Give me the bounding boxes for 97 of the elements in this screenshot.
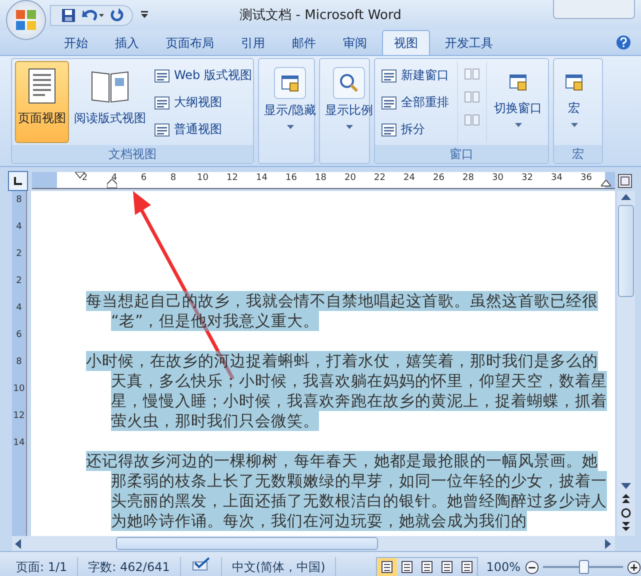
ribbon-tab[interactable]: 开始 — [52, 30, 100, 55]
ribbon-tab[interactable]: 插入 — [103, 30, 151, 55]
word-count[interactable]: 字数: 462/641 — [78, 557, 181, 576]
scroll-thumb[interactable] — [618, 205, 634, 297]
ruler-number: 22 — [373, 173, 386, 183]
caret-icon — [286, 125, 294, 129]
ruler-number: 6 — [140, 173, 148, 183]
ruler-number: 12 — [13, 411, 25, 421]
ribbon-tab[interactable]: 页面布局 — [154, 30, 226, 55]
left-tab-icon — [14, 176, 22, 184]
redo-icon[interactable] — [110, 8, 124, 22]
help-icon[interactable] — [616, 35, 631, 50]
outline-view-button[interactable]: 大纲视图 — [151, 92, 255, 113]
group-label: 窗口 — [375, 145, 548, 163]
browse-object-icon[interactable] — [621, 508, 631, 518]
office-logo-icon — [15, 9, 37, 31]
ruler-number: 34 — [550, 173, 564, 183]
proofing-icon[interactable] — [190, 557, 211, 571]
hanging-indent-icon[interactable] — [107, 179, 117, 189]
ruler-number: 14 — [13, 438, 25, 448]
scroll-thumb[interactable] — [116, 537, 378, 550]
ribbon-tab[interactable]: 引用 — [229, 30, 277, 55]
save-icon[interactable] — [61, 8, 76, 22]
right-indent-icon[interactable] — [601, 180, 611, 187]
ruler-number: 2 — [16, 276, 22, 286]
ruler-number: 20 — [344, 173, 357, 183]
view-ruler-icon[interactable] — [618, 174, 632, 188]
draft-view-button[interactable]: 普通视图 — [151, 119, 255, 140]
customize-toolbar-icon[interactable] — [141, 11, 148, 19]
scroll-left-icon[interactable] — [15, 538, 22, 548]
split-button[interactable]: 拆分 — [378, 119, 452, 140]
ruler-number: 26 — [432, 173, 446, 183]
window-title: 测试文档 - Microsoft Word — [240, 7, 402, 24]
web-view-icon — [421, 561, 434, 573]
ruler-number: 4 — [16, 222, 22, 232]
next-page-icon[interactable] — [621, 522, 631, 532]
page-view-button[interactable]: 页面视图 — [15, 61, 69, 143]
ribbon-tab[interactable]: 视图 — [382, 30, 430, 55]
ruler-number: 8 — [16, 195, 22, 205]
caret-icon — [570, 123, 578, 127]
ruler-number: 12 — [226, 173, 239, 183]
scroll-down-icon[interactable] — [621, 482, 631, 490]
ruler-number: 8 — [16, 357, 22, 367]
page-icon — [27, 68, 57, 104]
tab-selector[interactable] — [8, 170, 28, 190]
document-icon — [154, 122, 170, 136]
zoom-out-icon[interactable] — [524, 560, 539, 574]
macros-button[interactable]: 宏 — [557, 61, 591, 143]
magnifier-icon — [339, 73, 359, 93]
new-window-button[interactable]: 新建窗口 — [378, 65, 452, 86]
show-hide-button[interactable]: 显示/隐藏 — [262, 61, 318, 161]
vertical-scrollbar[interactable] — [617, 191, 635, 536]
office-button[interactable] — [6, 0, 46, 40]
previous-page-icon[interactable] — [621, 494, 631, 504]
zoom-button[interactable]: 显示比例 — [323, 61, 375, 161]
group-label: 文档视图 — [12, 145, 253, 163]
reading-view-button[interactable]: 阅读版式视图 — [71, 61, 149, 143]
ruler-number: 30 — [491, 173, 504, 183]
scroll-up-icon[interactable] — [621, 193, 631, 201]
scroll-right-icon[interactable] — [605, 538, 612, 548]
ruler-number: 2 — [16, 249, 22, 259]
switch-windows-button[interactable]: 切换窗口 — [492, 61, 544, 143]
ribbon-tab[interactable]: 邮件 — [280, 30, 328, 55]
windows-icon — [508, 72, 528, 92]
ruler-number: 10 — [13, 384, 25, 394]
ribbon-tab[interactable]: 开发工具 — [433, 30, 505, 55]
group-label: 宏 — [554, 145, 602, 163]
page-count[interactable]: 页面: 1/1 — [6, 557, 78, 576]
caret-icon — [346, 125, 352, 129]
ruler-number: 18 — [314, 173, 328, 183]
horizontal-scrollbar[interactable] — [12, 536, 615, 551]
ruler-number: 14 — [255, 173, 268, 183]
zoom-in-icon[interactable] — [626, 560, 641, 574]
ruler-number: 32 — [520, 173, 534, 183]
draft-view-icon — [461, 561, 474, 573]
ruler-number: 36 — [580, 173, 593, 183]
reading-view-icon — [401, 561, 414, 573]
ruler-number: 28 — [462, 173, 475, 183]
slider-thumb[interactable] — [578, 560, 589, 574]
language-indicator[interactable]: 中文(简体，中国) — [222, 557, 336, 576]
ruler-number: 8 — [169, 173, 178, 183]
ruler-number: 24 — [402, 173, 416, 183]
arrange-all-button[interactable]: 全部重排 — [378, 92, 452, 113]
ribbon-tab[interactable]: 审阅 — [331, 30, 379, 55]
outline-view-icon — [441, 561, 454, 573]
web-view-button[interactable]: Web 版式视图 — [151, 65, 255, 86]
print-layout-view-icon — [381, 561, 394, 573]
ruler-number: 16 — [284, 173, 298, 183]
print-layout-view-button[interactable] — [377, 558, 398, 576]
undo-icon[interactable] — [82, 8, 104, 22]
ruler-number: 10 — [196, 173, 210, 183]
ruler-number: 6 — [16, 330, 22, 340]
zoom-level[interactable]: 100% — [486, 560, 521, 574]
caret-icon — [514, 123, 522, 127]
first-line-indent-icon[interactable] — [75, 172, 85, 179]
ruler-number: 4 — [16, 303, 22, 313]
ruler-number: 4 — [110, 173, 118, 183]
